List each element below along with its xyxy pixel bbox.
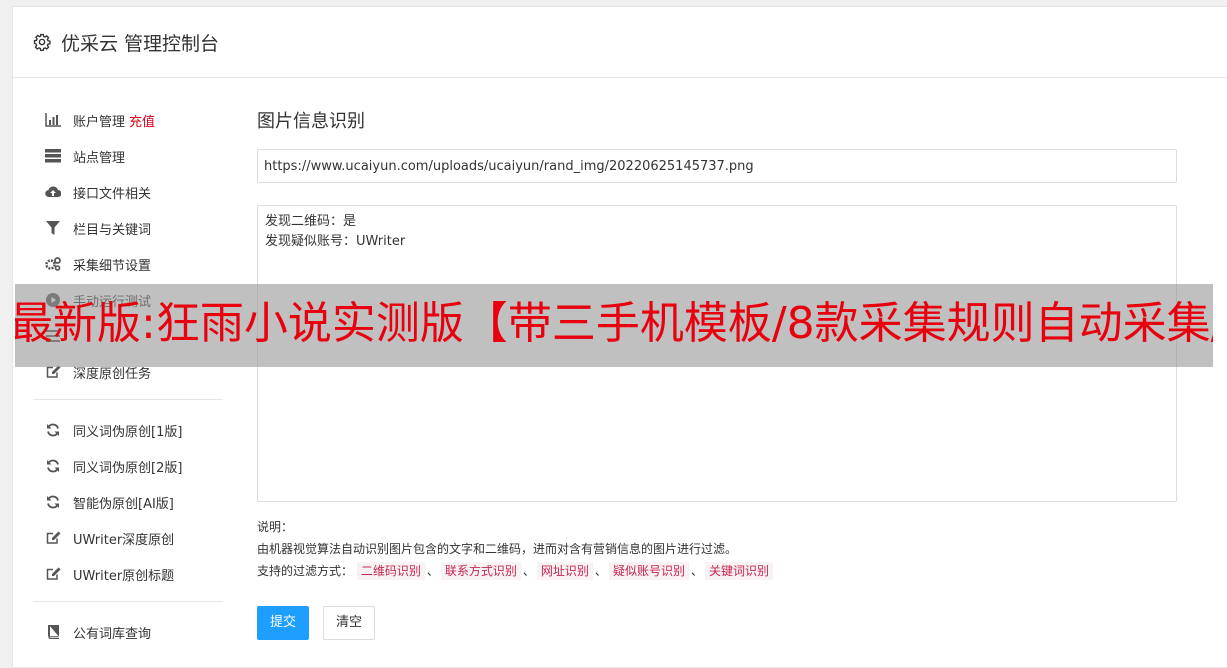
edit-icon <box>45 566 61 582</box>
sidebar-item-1-0[interactable]: 同义词伪原创[1版] <box>33 412 223 448</box>
sidebar-item-label: 栏目与关键词 <box>73 222 152 238</box>
filter-tag: 网址识别 <box>536 562 593 580</box>
filter-tag: 二维码识别 <box>356 562 425 580</box>
sidebar-item-1-4[interactable]: UWriter原创标题 <box>33 556 223 592</box>
filter-separator: 、 <box>426 564 439 578</box>
filter-separator: 、 <box>522 564 535 578</box>
sidebar-item-label: 接口文件相关 <box>73 186 152 202</box>
gear-icon <box>33 33 51 51</box>
refresh-icon <box>45 458 61 474</box>
sidebar-item-0-1[interactable]: 站点管理 <box>33 138 223 174</box>
notes-label: 说明： <box>257 520 294 534</box>
filter-separator: 、 <box>594 564 607 578</box>
notes: 说明： 由机器视觉算法自动识别图片包含的文字和二维码，进而对含有营销信息的图片进… <box>257 516 1177 582</box>
sidebar-item-1-2[interactable]: 智能伪原创[AI版] <box>33 484 223 520</box>
refresh-icon <box>45 494 61 510</box>
submit-button[interactable]: 提交 <box>257 606 310 640</box>
notes-description: 由机器视觉算法自动识别图片包含的文字和二维码，进而对含有营销信息的图片进行过滤。 <box>257 542 738 556</box>
refresh-icon <box>45 422 61 438</box>
server-icon <box>45 148 61 164</box>
filter-tag: 疑似账号识别 <box>608 562 689 580</box>
action-buttons: 提交 清空 <box>257 606 1177 640</box>
sidebar-item-0-4[interactable]: 采集细节设置 <box>33 246 223 282</box>
section-title: 图片信息识别 <box>257 111 365 132</box>
sidebar-divider <box>33 399 223 400</box>
sidebar-item-label: 同义词伪原创[1版] <box>73 424 183 440</box>
filter-tag: 联系方式识别 <box>440 562 521 580</box>
sidebar-item-label: 智能伪原创[AI版] <box>73 496 174 512</box>
header: 优采云 管理控制台 <box>13 7 1227 78</box>
sidebar-item-label: 同义词伪原创[2版] <box>73 460 183 476</box>
page-title: 优采云 管理控制台 <box>61 32 220 55</box>
filter-separator: 、 <box>690 564 703 578</box>
sidebar-item-label: 公有词库查询 <box>73 626 152 642</box>
recharge-link[interactable]: 充值 <box>129 111 155 130</box>
cogs-icon <box>45 256 61 272</box>
sidebar-item-0-3[interactable]: 栏目与关键词 <box>33 210 223 246</box>
filter-tag: 关键词识别 <box>704 562 773 580</box>
bar-chart-icon <box>45 112 61 128</box>
image-url-input[interactable] <box>257 149 1177 183</box>
filter-icon <box>45 220 61 236</box>
sidebar-item-label: 站点管理 <box>73 150 126 166</box>
sidebar-item-2-0[interactable]: 公有词库查询 <box>33 614 223 650</box>
filters-label: 支持的过滤方式： <box>257 564 354 578</box>
filter-methods: 支持的过滤方式： 二维码识别、联系方式识别、网址识别、疑似账号识别、关键词识别 <box>257 560 1177 582</box>
sidebar-item-1-1[interactable]: 同义词伪原创[2版] <box>33 448 223 484</box>
sidebar-divider <box>33 601 223 602</box>
sidebar-item-0-2[interactable]: 接口文件相关 <box>33 174 223 210</box>
main-content: 图片信息识别 说明： 由机器视觉算法自动识别图片包含的文字和二维码，进而对含有营… <box>257 107 1177 640</box>
edit-icon <box>45 530 61 546</box>
ad-overlay-banner: 最新版:狂雨小说实测版【带三手机模板/8款采集规则自动采集/7 <box>15 284 1213 367</box>
sidebar-item-1-3[interactable]: UWriter深度原创 <box>33 520 223 556</box>
clear-button[interactable]: 清空 <box>323 606 376 640</box>
book-icon <box>45 624 61 640</box>
ad-overlay-text: 最新版:狂雨小说实测版【带三手机模板/8款采集规则自动采集/7 <box>15 298 1213 349</box>
sidebar: 账户管理充值站点管理接口文件相关栏目与关键词采集细节设置手动运行测试深度原创任务… <box>33 102 223 650</box>
sidebar-item-label: UWriter原创标题 <box>73 568 175 584</box>
sidebar-item-label: UWriter深度原创 <box>73 532 175 548</box>
cloud-upload-icon <box>45 184 61 200</box>
sidebar-item-0-0[interactable]: 账户管理 充值 <box>33 102 223 138</box>
sidebar-item-label: 采集细节设置 <box>73 258 152 274</box>
sidebar-item-label: 账户管理 <box>73 114 126 130</box>
